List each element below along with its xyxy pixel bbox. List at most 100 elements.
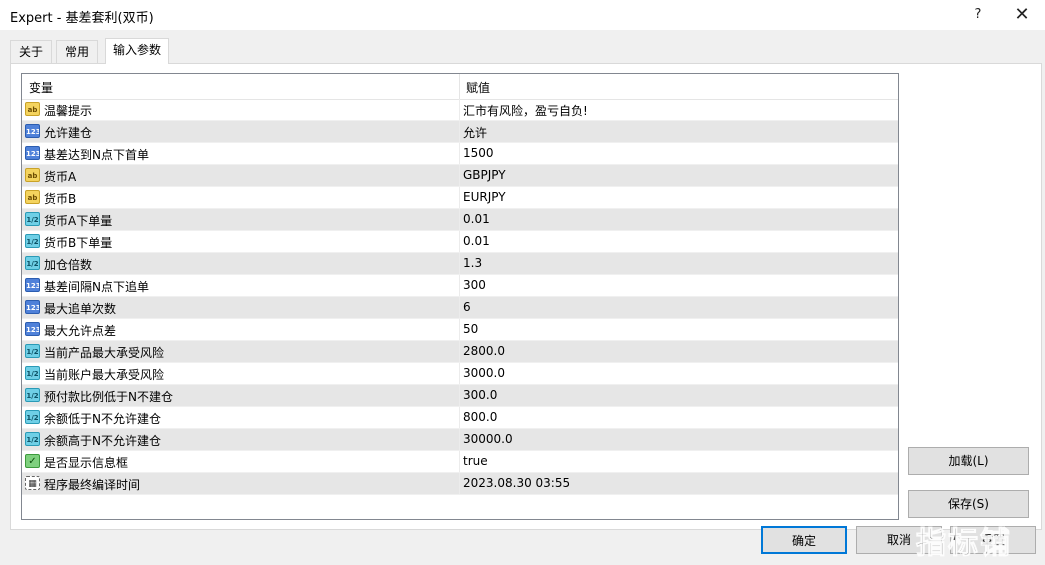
parameter-name: 货币B [44,192,77,206]
parameter-name: 允许建仓 [44,126,93,140]
column-divider[interactable] [459,74,460,99]
parameter-value[interactable]: 300.0 [463,388,497,402]
parameter-name: 货币A [44,170,77,184]
integer-type-icon: 123 [25,322,40,336]
cell-divider [459,187,460,208]
parameter-row[interactable]: 123 最大追单次数 6 [22,297,898,319]
parameter-value[interactable]: 1.3 [463,256,482,270]
cell-divider [459,209,460,230]
parameter-row[interactable]: 1/2 货币A下单量 0.01 [22,209,898,231]
parameter-value[interactable]: true [463,454,488,468]
parameter-value[interactable]: 6 [463,300,471,314]
parameter-value[interactable]: EURJPY [463,190,506,204]
parameter-row[interactable]: 1/2 货币B下单量 0.01 [22,231,898,253]
parameter-row[interactable]: 1/2 当前产品最大承受风险 2800.0 [22,341,898,363]
parameter-value[interactable]: 1500 [463,146,494,160]
parameter-value[interactable]: GBPJPY [463,168,506,182]
integer-type-icon: 123 [25,278,40,292]
datetime-type-icon: ▦ [25,476,40,490]
parameter-row[interactable]: ab 货币B EURJPY [22,187,898,209]
parameter-row[interactable]: ab 温馨提示 汇市有风险，盈亏自负! [22,99,898,121]
parameter-name: 货币B下单量 [44,236,113,250]
integer-type-icon: 123 [25,124,40,138]
cell-divider [459,297,460,318]
cell-divider [459,165,460,186]
parameter-row[interactable]: ▦ 程序最终编译时间 2023.08.30 03:55 [22,473,898,495]
cell-divider [459,473,460,494]
double-type-icon: 1/2 [25,366,40,380]
ok-button[interactable]: 确定 [761,526,847,554]
parameter-row[interactable]: 123 最大允许点差 50 [22,319,898,341]
integer-type-icon: 123 [25,300,40,314]
parameter-value[interactable]: 3000.0 [463,366,505,380]
double-type-icon: 1/2 [25,256,40,270]
parameter-row[interactable]: 1/2 加仓倍数 1.3 [22,253,898,275]
parameter-row[interactable]: ✓ 是否显示信息框 true [22,451,898,473]
string-type-icon: ab [25,168,40,182]
parameter-row[interactable]: 1/2 余额高于N不允许建仓 30000.0 [22,429,898,451]
parameters-grid[interactable]: 变量 赋值 ab 温馨提示 汇市有风险，盈亏自负! 123 允许建仓 允许 123 基差达到N… [21,73,899,520]
parameter-name: 余额低于N不允许建仓 [44,412,161,426]
cell-divider [459,363,460,384]
double-type-icon: 1/2 [25,234,40,248]
parameter-name: 温馨提示 [44,104,93,118]
cell-divider [459,429,460,450]
parameter-value[interactable]: 汇市有风险，盈亏自负! [463,102,588,119]
title-bar: Expert - 基差套利(双币) ? ✕ [0,0,1045,30]
parameter-row[interactable]: 1/2 余额低于N不允许建仓 800.0 [22,407,898,429]
save-button[interactable]: 保存(S) [908,490,1029,518]
cell-divider [459,121,460,142]
parameter-value[interactable]: 0.01 [463,212,490,226]
cell-divider [459,451,460,472]
parameter-value[interactable]: 2023.08.30 03:55 [463,476,570,490]
grid-body: ab 温馨提示 汇市有风险，盈亏自负! 123 允许建仓 允许 123 基差达到N点下首单 15… [22,99,898,495]
integer-type-icon: 123 [25,146,40,160]
parameter-name: 预付款比例低于N不建仓 [44,390,173,404]
parameter-name: 是否显示信息框 [44,456,129,470]
parameter-row[interactable]: 123 基差间隔N点下追单 300 [22,275,898,297]
parameter-value[interactable]: 2800.0 [463,344,505,358]
parameter-value[interactable]: 50 [463,322,478,336]
parameter-name: 当前产品最大承受风险 [44,346,165,360]
parameter-row[interactable]: 1/2 预付款比例低于N不建仓 300.0 [22,385,898,407]
double-type-icon: 1/2 [25,410,40,424]
column-header-variable[interactable]: 变量 [29,79,53,96]
grid-header: 变量 赋值 [22,74,898,100]
parameter-value[interactable]: 允许 [463,124,487,141]
parameter-value[interactable]: 300 [463,278,486,292]
parameter-name: 加仓倍数 [44,258,93,272]
cell-divider [459,275,460,296]
watermark-logo: 指标铺 [916,526,1012,562]
parameter-row[interactable]: 123 基差达到N点下首单 1500 [22,143,898,165]
close-button[interactable]: ✕ [1002,0,1042,30]
tab-common[interactable]: 常用 [56,40,98,64]
cell-divider [459,143,460,164]
load-button[interactable]: 加载(L) [908,447,1029,475]
parameter-name: 基差间隔N点下追单 [44,280,149,294]
parameter-name: 基差达到N点下首单 [44,148,149,162]
parameter-value[interactable]: 30000.0 [463,432,513,446]
double-type-icon: 1/2 [25,432,40,446]
parameter-name: 最大允许点差 [44,324,117,338]
parameter-value[interactable]: 0.01 [463,234,490,248]
help-button[interactable]: ? [958,0,998,30]
double-type-icon: 1/2 [25,212,40,226]
double-type-icon: 1/2 [25,344,40,358]
string-type-icon: ab [25,190,40,204]
column-header-value[interactable]: 赋值 [466,79,490,96]
parameter-value[interactable]: 800.0 [463,410,497,424]
parameter-name: 最大追单次数 [44,302,117,316]
parameter-row[interactable]: 123 允许建仓 允许 [22,121,898,143]
string-type-icon: ab [25,102,40,116]
tab-input-parameters[interactable]: 输入参数 [105,38,169,64]
parameter-name: 货币A下单量 [44,214,113,228]
parameter-row[interactable]: 1/2 当前账户最大承受风险 3000.0 [22,363,898,385]
window-title: Expert - 基差套利(双币) [10,11,154,26]
double-type-icon: 1/2 [25,388,40,402]
parameter-row[interactable]: ab 货币A GBPJPY [22,165,898,187]
tab-about[interactable]: 关于 [10,40,52,64]
cell-divider [459,253,460,274]
cell-divider [459,99,460,120]
parameter-name: 当前账户最大承受风险 [44,368,165,382]
cell-divider [459,231,460,252]
